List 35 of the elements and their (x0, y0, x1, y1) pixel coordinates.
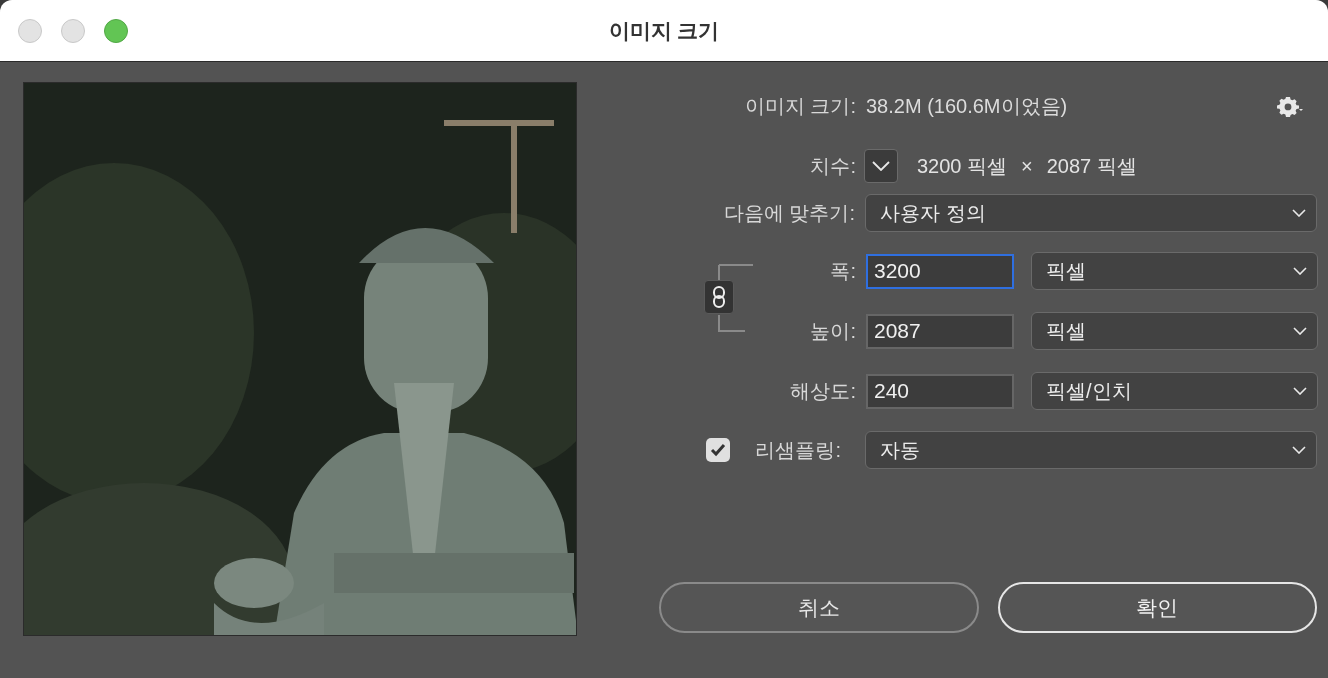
unit-dropdown[interactable]: 픽셀 (1031, 252, 1318, 290)
resample-label: 리샘플링: (754, 438, 841, 463)
resample-dropdown[interactable]: 자동 (865, 431, 1317, 469)
field-label: 높이: (809, 319, 856, 344)
chevron-down-icon (1293, 267, 1307, 275)
zoom-button[interactable] (104, 18, 128, 43)
link-bracket-drawing (718, 264, 754, 332)
link-icon[interactable] (704, 280, 734, 314)
fit-to-label: 다음에 맞추기: (722, 201, 855, 226)
chevron-down-icon (872, 161, 890, 171)
value-input[interactable]: 3200 (866, 253, 1014, 289)
dimensions-width: 3200 픽셀 (917, 154, 1008, 179)
ok-button[interactable]: 확인 (997, 582, 1317, 633)
dimensions-height: 2087 픽셀 (1046, 154, 1137, 179)
gear-icon[interactable] (1277, 95, 1303, 117)
field-label: 해상도: (789, 379, 856, 404)
unit-dropdown[interactable]: 픽셀 (1031, 312, 1318, 350)
dimensions-label: 치수: (809, 154, 856, 179)
chevron-down-icon (1292, 446, 1306, 454)
window-title: 이미지 크기 (608, 17, 720, 44)
times-sign: × (1021, 154, 1033, 179)
chevron-down-icon (1292, 209, 1306, 217)
chevron-down-icon (1293, 387, 1307, 395)
image-size-value: 38.2M (160.6M이었음) (866, 94, 1068, 119)
dimensions-menu-button[interactable] (864, 149, 898, 183)
fit-to-dropdown[interactable]: 사용자 정의 (865, 194, 1317, 232)
cancel-button[interactable]: 취소 (659, 582, 979, 633)
field-label: 폭: (829, 259, 856, 284)
value-input[interactable]: 2087 (866, 313, 1014, 349)
value-input[interactable]: 240 (866, 373, 1014, 409)
chevron-down-icon (1293, 327, 1307, 335)
unit-dropdown[interactable]: 픽셀/인치 (1031, 372, 1318, 410)
image-size-label: 이미지 크기: (743, 94, 856, 119)
check-icon (709, 443, 726, 457)
resample-checkbox[interactable] (706, 438, 730, 462)
